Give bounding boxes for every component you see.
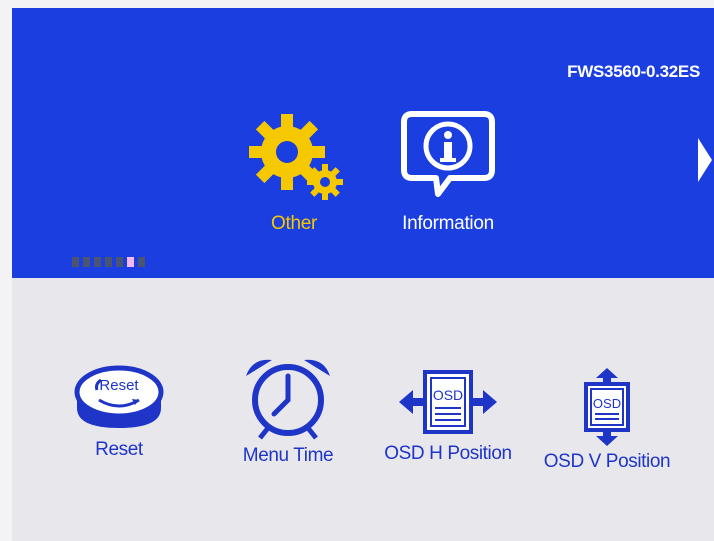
osd-h-position-icon: OSD <box>399 370 497 434</box>
page-dot <box>94 257 101 267</box>
menu-item-information-label: Information <box>402 213 494 234</box>
submenu-item-osd-v-position-label: OSD V Position <box>543 451 671 472</box>
osd-v-position-icon: OSD <box>584 368 630 446</box>
submenu-item-osd-h-position[interactable]: OSD OSD H Position <box>368 366 528 465</box>
info-icon <box>401 111 495 197</box>
submenu-item-osd-v-position[interactable]: OSD OSD V Position <box>522 366 692 473</box>
page-dot-active <box>127 257 134 267</box>
submenu-item-reset[interactable]: Reset Reset <box>64 358 174 461</box>
submenu-item-osd-h-position-label: OSD H Position <box>384 443 512 464</box>
menu-item-other[interactable]: Other <box>234 108 354 235</box>
page-dot <box>105 257 112 267</box>
page-dot <box>138 257 145 267</box>
submenu-item-reset-label: Reset <box>95 439 143 460</box>
menu-item-other-label: Other <box>270 213 318 234</box>
page-dot <box>83 257 90 267</box>
osd-screen: FWS3560-0.32ES Other Information Reset R… <box>12 8 714 541</box>
page-dot <box>72 257 79 267</box>
menu-item-information[interactable]: Information <box>380 108 516 235</box>
gears-icon <box>249 114 343 200</box>
page-indicator <box>72 257 145 267</box>
main-menu-panel: FWS3560-0.32ES Other Information <box>12 8 714 278</box>
page-dot <box>116 257 123 267</box>
reset-icon: Reset <box>74 365 164 428</box>
alarm-clock-icon <box>246 359 330 440</box>
svg-text:OSD: OSD <box>433 387 463 403</box>
model-number: FWS3560-0.32ES <box>567 62 700 81</box>
svg-text:Reset: Reset <box>99 377 139 394</box>
submenu-item-menu-time[interactable]: Menu Time <box>228 354 348 467</box>
submenu-item-menu-time-label: Menu Time <box>242 445 334 466</box>
arrow-right-icon[interactable] <box>698 138 712 182</box>
svg-text:OSD: OSD <box>593 396 621 411</box>
